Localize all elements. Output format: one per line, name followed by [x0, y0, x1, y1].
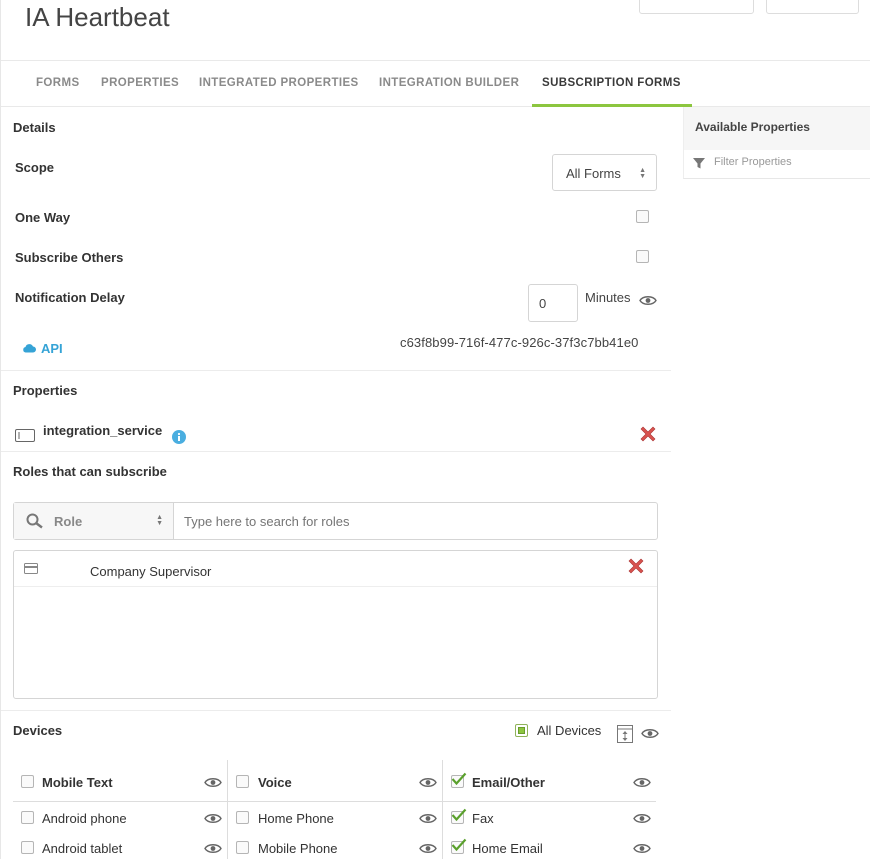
eye-icon[interactable] [641, 728, 659, 739]
scope-label: Scope [15, 160, 55, 175]
device-label: Fax [472, 811, 494, 826]
android-phone-checkbox[interactable] [21, 811, 34, 824]
filter-properties-input[interactable]: Filter Properties [714, 156, 792, 168]
api-link[interactable]: API [41, 341, 63, 356]
header-menu-button[interactable] [766, 0, 859, 14]
subscribe-others-label: Subscribe Others [15, 250, 124, 265]
tab-properties[interactable]: PROPERTIES [101, 77, 179, 89]
tab-forms[interactable]: FORMS [36, 77, 80, 89]
scope-value: All Forms [566, 166, 621, 181]
voice-checkbox[interactable] [236, 775, 249, 788]
one-way-label: One Way [15, 210, 71, 225]
divider [1, 451, 671, 452]
role-search-bar: Role ▲ ▼ [13, 502, 658, 540]
cloud-icon [23, 344, 36, 353]
column-divider [227, 760, 228, 859]
column-divider [442, 760, 443, 859]
search-icon [26, 513, 43, 529]
scope-select[interactable]: All Forms ▲ ▼ [552, 154, 657, 191]
roles-section-title: Roles that can subscribe [13, 464, 167, 479]
minutes-label: Minutes [585, 290, 631, 305]
select-arrows-icon: ▲ ▼ [639, 167, 646, 180]
mobile-text-checkbox[interactable] [21, 775, 34, 788]
api-id: c63f8b99-716f-477c-926c-37f3c7bb41e0 [400, 335, 639, 350]
eye-icon[interactable] [419, 777, 437, 788]
device-label: Android tablet [42, 841, 123, 856]
subscribe-others-checkbox[interactable] [636, 250, 649, 263]
device-label: Android phone [42, 811, 127, 826]
one-way-checkbox[interactable] [636, 210, 649, 223]
remove-property-icon[interactable] [640, 426, 656, 442]
eye-icon[interactable] [633, 813, 651, 824]
android-tablet-checkbox[interactable] [21, 841, 34, 854]
select-arrows-icon: ▲ ▼ [156, 514, 163, 527]
voice-column-label: Voice [258, 775, 292, 790]
page-left-border [0, 0, 1, 859]
role-card-icon [24, 563, 38, 574]
device-label: Home Phone [258, 811, 334, 826]
text-field-icon [15, 429, 35, 442]
info-icon[interactable] [172, 430, 186, 444]
role-filter-select[interactable]: Role ▲ ▼ [14, 503, 174, 539]
notification-delay-label: Notification Delay [15, 290, 125, 305]
active-tab-indicator [532, 104, 692, 107]
divider [1, 370, 671, 371]
devices-section-title: Devices [13, 723, 63, 738]
role-name: Company Supervisor [90, 564, 212, 579]
eye-icon[interactable] [633, 843, 651, 854]
eye-icon[interactable] [204, 777, 222, 788]
eye-icon[interactable] [419, 843, 437, 854]
email-other-column-label: Email/Other [472, 775, 545, 790]
role-filter-label: Role [54, 514, 83, 529]
eye-icon[interactable] [633, 777, 651, 788]
role-list: Company Supervisor [13, 550, 658, 699]
filter-icon [693, 158, 705, 169]
property-name: integration_service [43, 423, 163, 438]
remove-role-icon[interactable] [628, 558, 644, 574]
available-properties-header: Available Properties [684, 107, 870, 150]
all-devices-label: All Devices [537, 723, 602, 738]
device-label: Mobile Phone [258, 841, 338, 856]
available-properties-title: Available Properties [695, 120, 810, 134]
expand-collapse-icon[interactable] [617, 725, 633, 743]
checkmark-icon [451, 838, 467, 852]
eye-icon[interactable] [419, 813, 437, 824]
tab-integrated-properties[interactable]: INTEGRATED PROPERTIES [199, 77, 359, 89]
role-search-input[interactable] [184, 514, 584, 529]
list-item: Company Supervisor [14, 551, 657, 587]
eye-icon[interactable] [639, 295, 657, 306]
available-properties-panel: Available Properties Filter Properties [683, 107, 870, 179]
checkmark-icon [451, 772, 467, 786]
mobile-phone-checkbox[interactable] [236, 841, 249, 854]
header-action-button[interactable] [639, 0, 754, 14]
tab-integration-builder[interactable]: INTEGRATION BUILDER [379, 77, 519, 89]
mobile-text-column-label: Mobile Text [42, 775, 113, 790]
eye-icon[interactable] [204, 813, 222, 824]
details-section-title: Details [13, 120, 56, 135]
page-title: IA Heartbeat [25, 2, 170, 32]
all-devices-checkbox[interactable] [515, 724, 528, 737]
divider [13, 801, 656, 802]
eye-icon[interactable] [204, 843, 222, 854]
divider [1, 710, 671, 711]
checkmark-icon [451, 808, 467, 822]
device-label: Home Email [472, 841, 543, 856]
properties-section-title: Properties [13, 383, 78, 398]
home-phone-checkbox[interactable] [236, 811, 249, 824]
tab-subscription-forms[interactable]: SUBSCRIPTION FORMS [542, 77, 681, 89]
tab-bar: FORMS PROPERTIES INTEGRATED PROPERTIES I… [1, 60, 870, 107]
notification-delay-input[interactable]: 0 [528, 284, 578, 322]
